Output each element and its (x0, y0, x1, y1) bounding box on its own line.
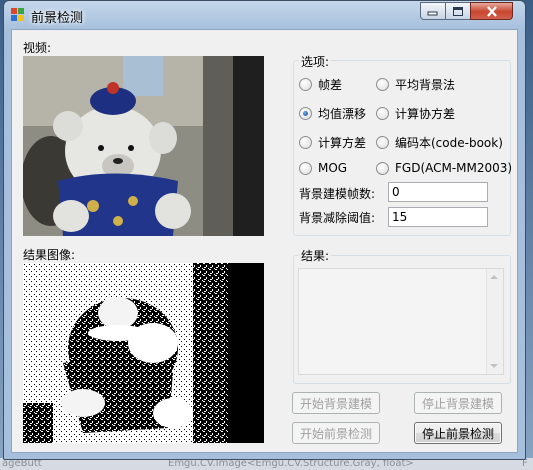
radio-label: 编码本(code-book) (395, 136, 503, 150)
vertical-scrollbar[interactable] (486, 269, 503, 374)
radio-label: MOG (318, 161, 348, 175)
radio-button-icon[interactable] (376, 78, 389, 91)
radio-average-background[interactable]: 平均背景法 (376, 76, 455, 93)
radio-fgd[interactable]: FGD(ACM-MM2003) (376, 161, 512, 175)
video-label: 视频: (23, 41, 52, 55)
options-legend: 选项: (299, 53, 332, 70)
scroll-up-arrow-icon[interactable] (490, 275, 498, 279)
threshold-label: 背景减除阈值: (299, 211, 376, 225)
result-image (23, 263, 264, 443)
radio-label: FGD(ACM-MM2003) (395, 161, 513, 175)
window-title: 前景检测 (31, 11, 84, 26)
radio-button-icon[interactable] (376, 161, 389, 175)
result-image-frame (23, 263, 264, 443)
radio-button-icon[interactable] (299, 136, 312, 149)
frames-label: 背景建模帧数: (299, 187, 376, 201)
title-bar[interactable]: 前景检测 (4, 1, 525, 29)
client-area: 视频: 结果图像: 选项: 帧差 平均背景法 均值漂移 计算协方差 计算方差 编… (11, 29, 518, 453)
radio-button-icon[interactable] (299, 107, 312, 120)
radio-button-icon[interactable] (299, 78, 312, 91)
start-foreground-detection-button[interactable]: 开始前景检测 (292, 422, 380, 444)
radio-label: 平均背景法 (395, 78, 456, 92)
frames-input[interactable]: 0 (388, 182, 488, 202)
radio-codebook[interactable]: 编码本(code-book) (376, 134, 503, 151)
close-button[interactable] (470, 2, 513, 20)
radio-mean-shift[interactable]: 均值漂移 (299, 105, 366, 122)
maximize-icon (453, 6, 463, 16)
radio-mog[interactable]: MOG (299, 161, 347, 175)
threshold-input[interactable]: 15 (388, 207, 488, 227)
stop-background-modeling-button[interactable]: 停止背景建模 (414, 392, 502, 414)
maximize-button[interactable] (445, 2, 471, 20)
radio-label: 计算协方差 (395, 107, 456, 121)
radio-button-icon[interactable] (299, 161, 312, 175)
minimize-icon (427, 11, 438, 16)
radio-label: 均值漂移 (318, 107, 367, 121)
app-window: 前景检测 视频: 结果图像: 选项: 帧差 平均背景法 均值漂移 计算协方差 计… (3, 0, 526, 460)
radio-button-icon[interactable] (376, 107, 389, 120)
video-frame (23, 56, 264, 236)
start-background-modeling-button[interactable]: 开始背景建模 (292, 392, 380, 414)
radio-covariance[interactable]: 计算协方差 (376, 105, 455, 122)
stop-foreground-detection-button[interactable]: 停止前景检测 (414, 422, 502, 444)
radio-button-icon[interactable] (376, 136, 389, 149)
close-icon (486, 5, 497, 17)
radio-label: 帧差 (318, 78, 343, 92)
app-icon (11, 8, 25, 22)
result-legend: 结果: (299, 247, 332, 264)
radio-frame-diff[interactable]: 帧差 (299, 76, 342, 93)
result-textbox[interactable] (298, 268, 504, 375)
radio-label: 计算方差 (318, 136, 367, 150)
scroll-down-arrow-icon[interactable] (490, 364, 498, 368)
result-image-label: 结果图像: (23, 248, 76, 262)
video-image (23, 56, 264, 236)
minimize-button[interactable] (420, 2, 446, 20)
radio-variance[interactable]: 计算方差 (299, 134, 366, 151)
